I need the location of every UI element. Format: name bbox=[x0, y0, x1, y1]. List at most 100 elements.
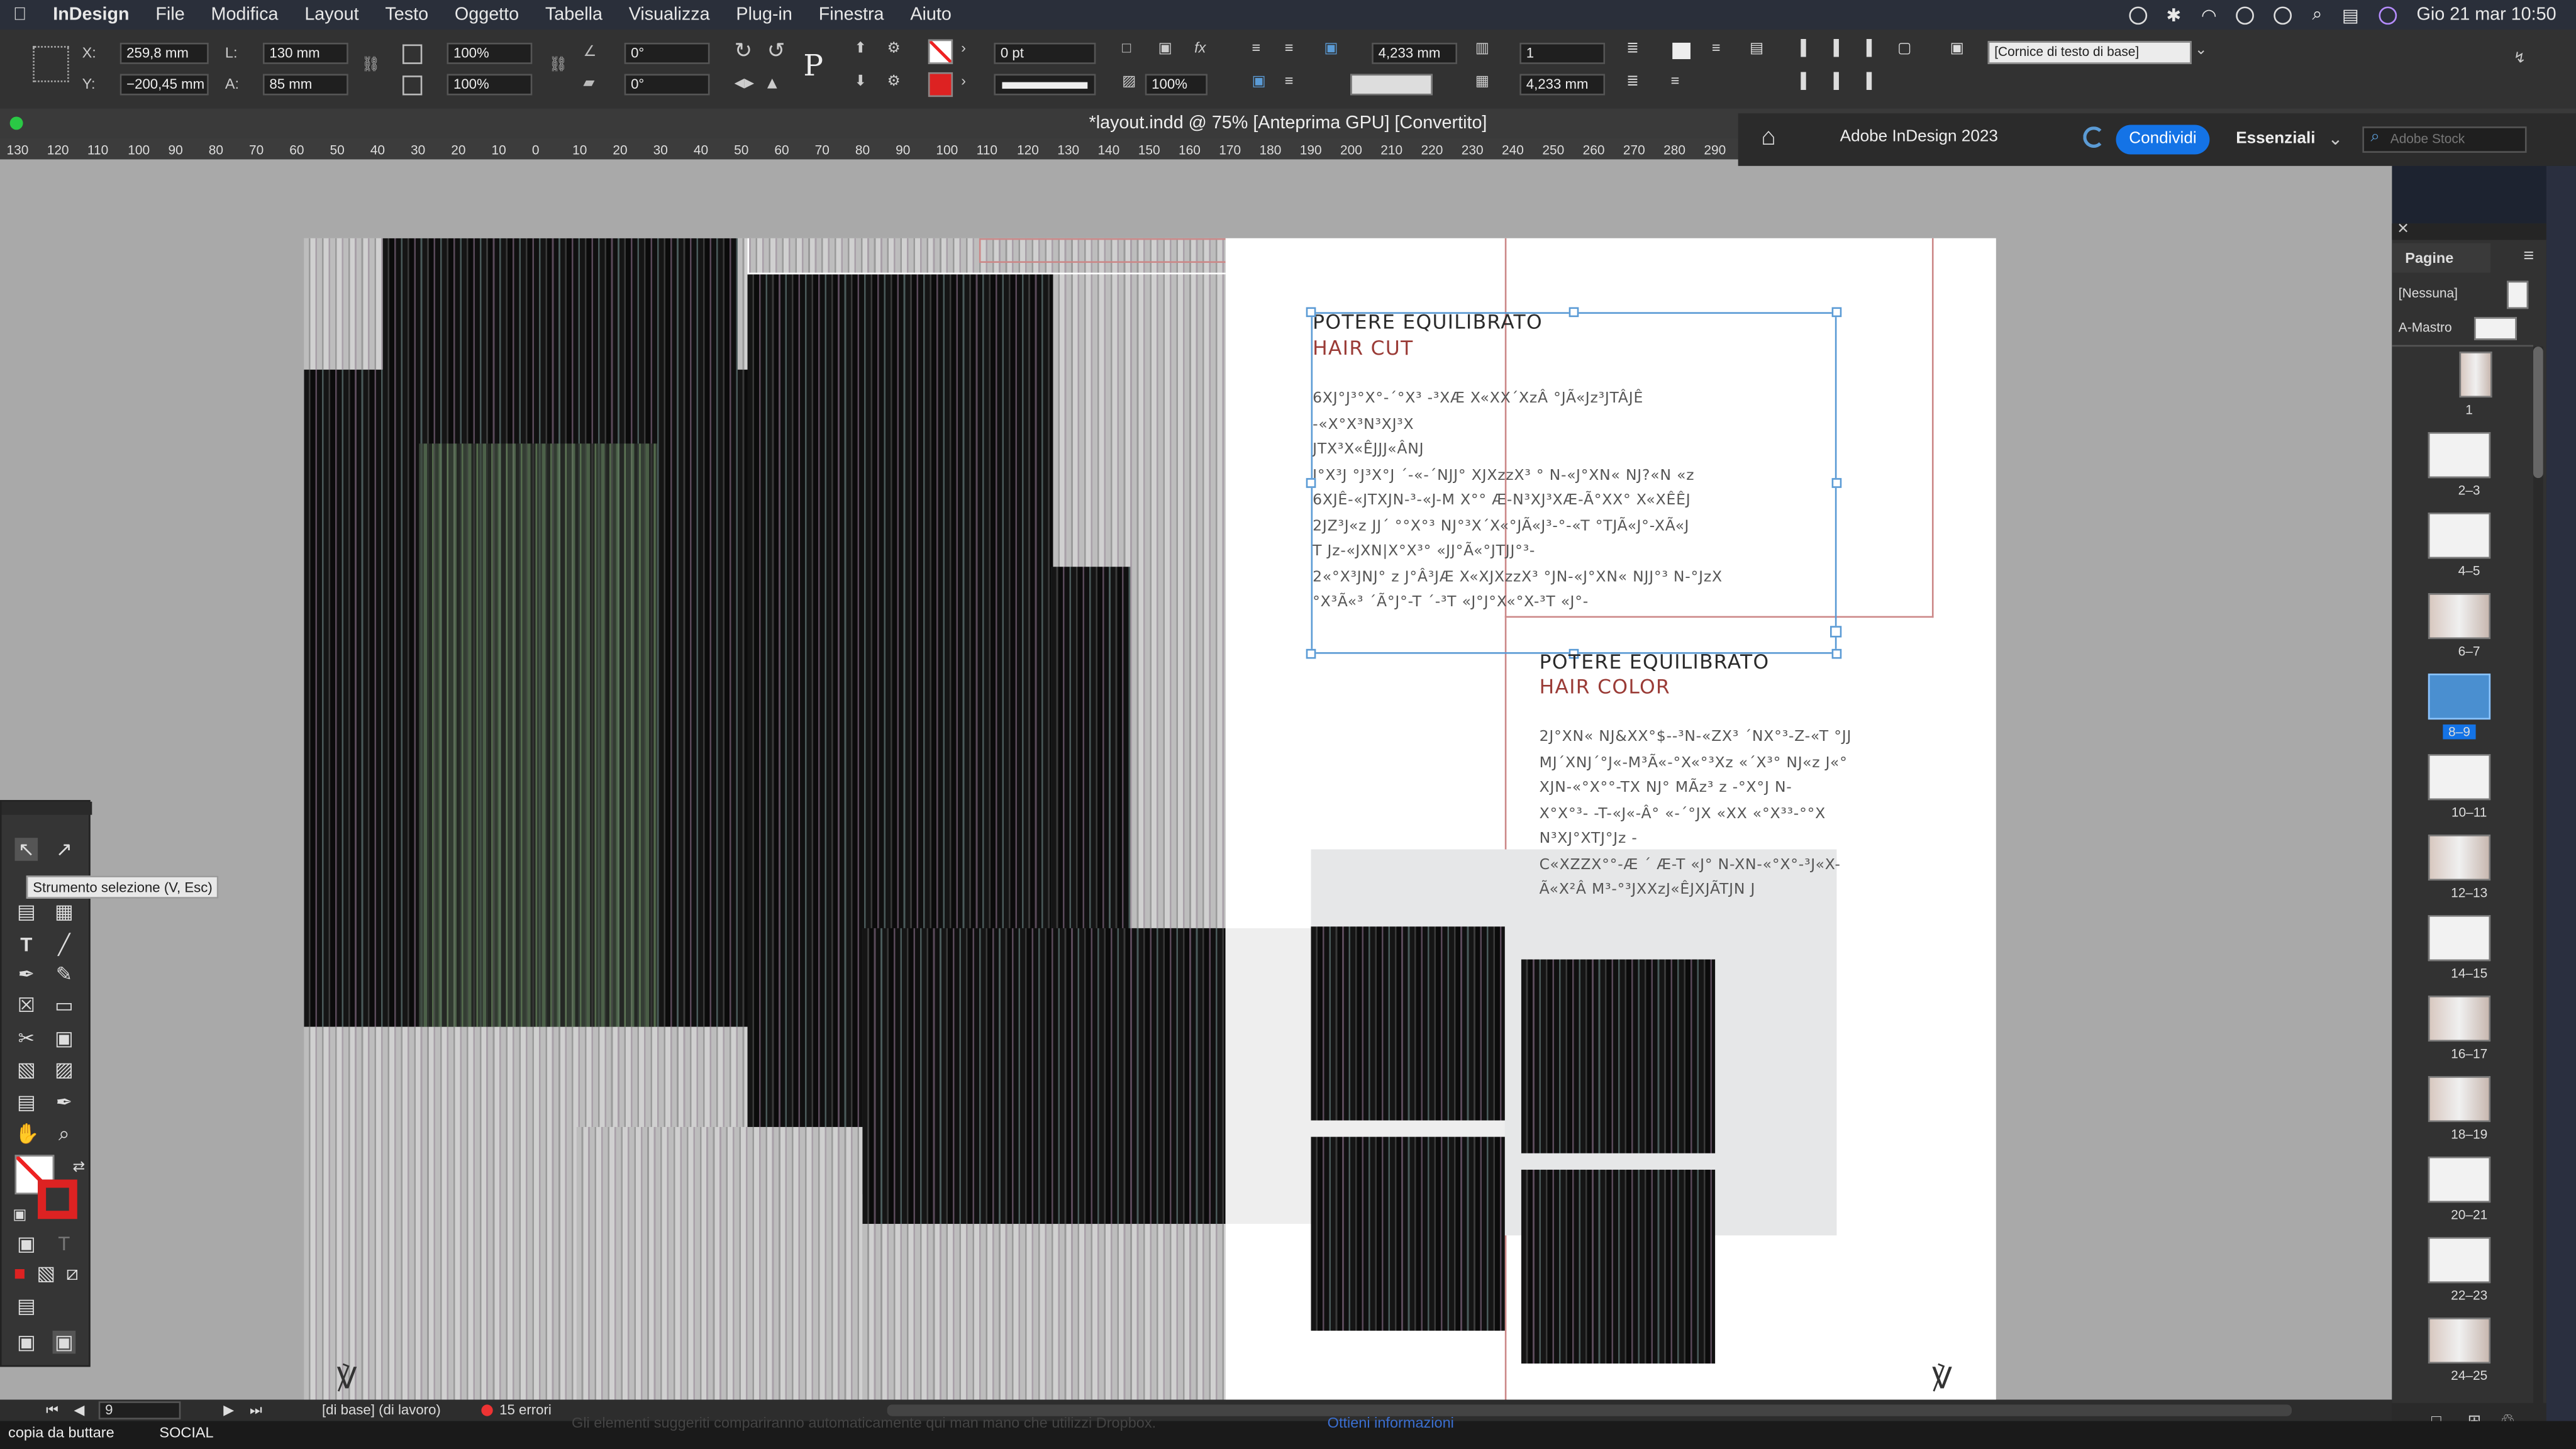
constrain-proportions-icon[interactable]: ⛓ bbox=[362, 56, 380, 74]
frame-style-box[interactable] bbox=[1350, 74, 1433, 96]
frame-handle[interactable] bbox=[1306, 307, 1316, 318]
first-page-icon[interactable]: ⏮ bbox=[46, 1401, 58, 1419]
creative-cloud-icon[interactable] bbox=[2128, 6, 2147, 24]
flip-vertical-icon[interactable]: ▴ bbox=[767, 70, 777, 94]
dropbox-info-link[interactable]: Ottieni informazioni bbox=[1328, 1414, 1454, 1431]
bluetooth-icon[interactable]: ✱ bbox=[2166, 4, 2181, 26]
auto-fit-icon[interactable]: ▣ bbox=[1324, 40, 1338, 58]
apply-none-icon[interactable]: ⧄ bbox=[61, 1262, 84, 1285]
free-transform-tool-icon[interactable]: ▣ bbox=[53, 1027, 76, 1050]
object-style-chevron-icon[interactable]: ⌄ bbox=[2195, 41, 2207, 59]
swap-colors-icon[interactable]: ⇄ bbox=[67, 1155, 91, 1178]
zoom-tool-icon[interactable]: ⌕ bbox=[53, 1122, 76, 1145]
scale-x-field[interactable]: 100% bbox=[447, 42, 533, 64]
normal-mode-icon[interactable]: ▣ bbox=[15, 1331, 38, 1354]
frame-handle[interactable] bbox=[1831, 648, 1842, 659]
profile-label[interactable]: [di base] (di lavoro) bbox=[322, 1401, 441, 1418]
page-thumbnail[interactable] bbox=[2428, 593, 2491, 640]
stack-icon[interactable]: ≡ bbox=[1671, 72, 1680, 89]
page-thumbnail[interactable] bbox=[2428, 995, 2491, 1042]
window-zoom-dot-icon[interactable] bbox=[9, 116, 23, 130]
page-number-field[interactable]: 9 bbox=[98, 1401, 181, 1419]
frame-handle[interactable] bbox=[1831, 478, 1842, 488]
fill-color-bar[interactable] bbox=[1672, 42, 1690, 60]
default-colors-icon[interactable]: ▣ bbox=[8, 1202, 31, 1226]
none-master-thumb[interactable] bbox=[2507, 280, 2529, 309]
select-content-icon[interactable]: ⬇ bbox=[854, 72, 867, 91]
page-thumbnail[interactable] bbox=[2428, 513, 2491, 559]
pencil-tool-icon[interactable]: ✎ bbox=[53, 963, 76, 986]
gradient-feather-tool-icon[interactable]: ▨ bbox=[53, 1058, 76, 1081]
rectangle-tool-icon[interactable]: ▭ bbox=[53, 994, 76, 1017]
page-thumbnail[interactable] bbox=[2428, 914, 2491, 962]
page-thumbnail[interactable] bbox=[2428, 1075, 2491, 1123]
workspace-switcher[interactable]: Essenziali bbox=[2236, 130, 2315, 148]
scale-y-field[interactable]: 100% bbox=[447, 74, 533, 96]
align-center-icon[interactable]: ▐ bbox=[1828, 40, 1839, 56]
horizontal-ruler[interactable]: 130 120 110 100 90 80 70 60 50 40 30 20 10 0 10 20 30 40 5… bbox=[0, 138, 1741, 160]
height-field[interactable]: 85 mm bbox=[262, 74, 348, 96]
stroke-swatch-tool[interactable] bbox=[38, 1179, 77, 1219]
left-page[interactable]: ℣ bbox=[304, 238, 1226, 1400]
shear-field[interactable]: 0° bbox=[624, 74, 710, 96]
page-thumbnail[interactable] bbox=[2428, 1236, 2491, 1284]
fill-dropdown-icon[interactable]: › bbox=[961, 40, 966, 56]
pages-tab[interactable]: Pagine bbox=[2392, 243, 2491, 273]
text-wrap-icon[interactable]: ≡ bbox=[1252, 40, 1260, 56]
user-icon[interactable] bbox=[2236, 6, 2255, 24]
stroke-swatch[interactable] bbox=[928, 72, 953, 97]
image-frame-bottom-left[interactable] bbox=[304, 1030, 577, 1400]
link-scale-icon[interactable]: ⛓ bbox=[548, 56, 567, 74]
rectangle-frame-tool-icon[interactable]: ☒ bbox=[15, 994, 38, 1017]
stroke-dropdown-icon[interactable]: › bbox=[961, 72, 966, 89]
wifi-icon[interactable]: ◠ bbox=[2201, 4, 2217, 26]
rotate-cw-icon[interactable]: ↻ bbox=[735, 38, 752, 64]
thumb-image-4[interactable] bbox=[1521, 1169, 1716, 1364]
frame-handle[interactable] bbox=[1831, 307, 1842, 318]
x-field[interactable]: 259,8 mm bbox=[119, 42, 209, 64]
frame-handle[interactable] bbox=[1306, 648, 1316, 659]
home-icon[interactable]: ⌂ bbox=[1761, 123, 1776, 151]
preflight-errors[interactable]: 15 errori bbox=[499, 1401, 552, 1418]
previous-page-icon[interactable]: ◀ bbox=[74, 1401, 85, 1419]
select-previous-icon[interactable]: ⚙ bbox=[887, 40, 901, 58]
folder-label-copia[interactable]: copia da buttare bbox=[8, 1424, 114, 1441]
preview-mode-icon[interactable]: ▣ bbox=[52, 1330, 76, 1354]
menu-finestra[interactable]: Finestra bbox=[806, 5, 897, 25]
apple-icon[interactable]:  bbox=[0, 5, 40, 25]
out-port[interactable] bbox=[1829, 626, 1842, 638]
direct-selection-tool-icon[interactable]: ↗ bbox=[53, 838, 76, 861]
thumb-image-3[interactable] bbox=[1521, 959, 1716, 1153]
menu-clock[interactable]: Gio 21 mar 10:50 bbox=[2417, 5, 2557, 25]
opacity-field[interactable]: 100% bbox=[1145, 74, 1208, 96]
width-field[interactable]: 130 mm bbox=[262, 42, 348, 64]
frame-fitting-icon[interactable]: ≡ bbox=[1285, 72, 1294, 89]
workspace-chevron-icon[interactable]: ⌄ bbox=[2328, 128, 2343, 149]
formatting-container-icon[interactable]: ▣ bbox=[15, 1232, 38, 1255]
align-objects-icon[interactable]: ▤ bbox=[1750, 40, 1763, 58]
frame-handle[interactable] bbox=[1306, 478, 1316, 488]
content-collector-icon[interactable]: ▦ bbox=[53, 900, 76, 923]
menu-testo[interactable]: Testo bbox=[372, 5, 441, 25]
close-panel-icon[interactable]: ✕ bbox=[2397, 220, 2409, 238]
menu-tabella[interactable]: Tabella bbox=[532, 5, 616, 25]
menu-aiuto[interactable]: Aiuto bbox=[897, 5, 964, 25]
last-page-icon[interactable]: ⏭ bbox=[250, 1401, 262, 1419]
block2-subtitle[interactable]: HAIR COLOR bbox=[1540, 675, 1670, 699]
thumb-image-1[interactable] bbox=[1311, 926, 1505, 1121]
align-text-icon[interactable]: ≣ bbox=[1626, 40, 1639, 58]
columns-field[interactable]: 1 bbox=[1519, 42, 1606, 64]
apply-gradient-icon[interactable]: ▧ bbox=[35, 1262, 58, 1285]
shadow-icon[interactable]: ▣ bbox=[1158, 40, 1172, 58]
image-frame-bottom-mid[interactable] bbox=[576, 1126, 863, 1400]
menu-visualizza[interactable]: Visualizza bbox=[616, 5, 723, 25]
gutter-width-field[interactable]: 4,233 mm bbox=[1372, 42, 1458, 64]
flip-horizontal-icon[interactable]: ◂▸ bbox=[735, 70, 754, 94]
align-top-icon[interactable]: ▐ bbox=[1796, 40, 1806, 56]
menu-oggetto[interactable]: Oggetto bbox=[441, 5, 532, 25]
distribute-top-icon[interactable]: ▐ bbox=[1796, 72, 1806, 89]
line-tool-icon[interactable]: ╱ bbox=[53, 933, 76, 957]
object-style-select[interactable]: [Cornice di testo di base] bbox=[1987, 41, 2192, 64]
reference-point-icon[interactable] bbox=[33, 46, 69, 82]
screen-mode-icon[interactable]: ▤ bbox=[15, 1294, 38, 1318]
